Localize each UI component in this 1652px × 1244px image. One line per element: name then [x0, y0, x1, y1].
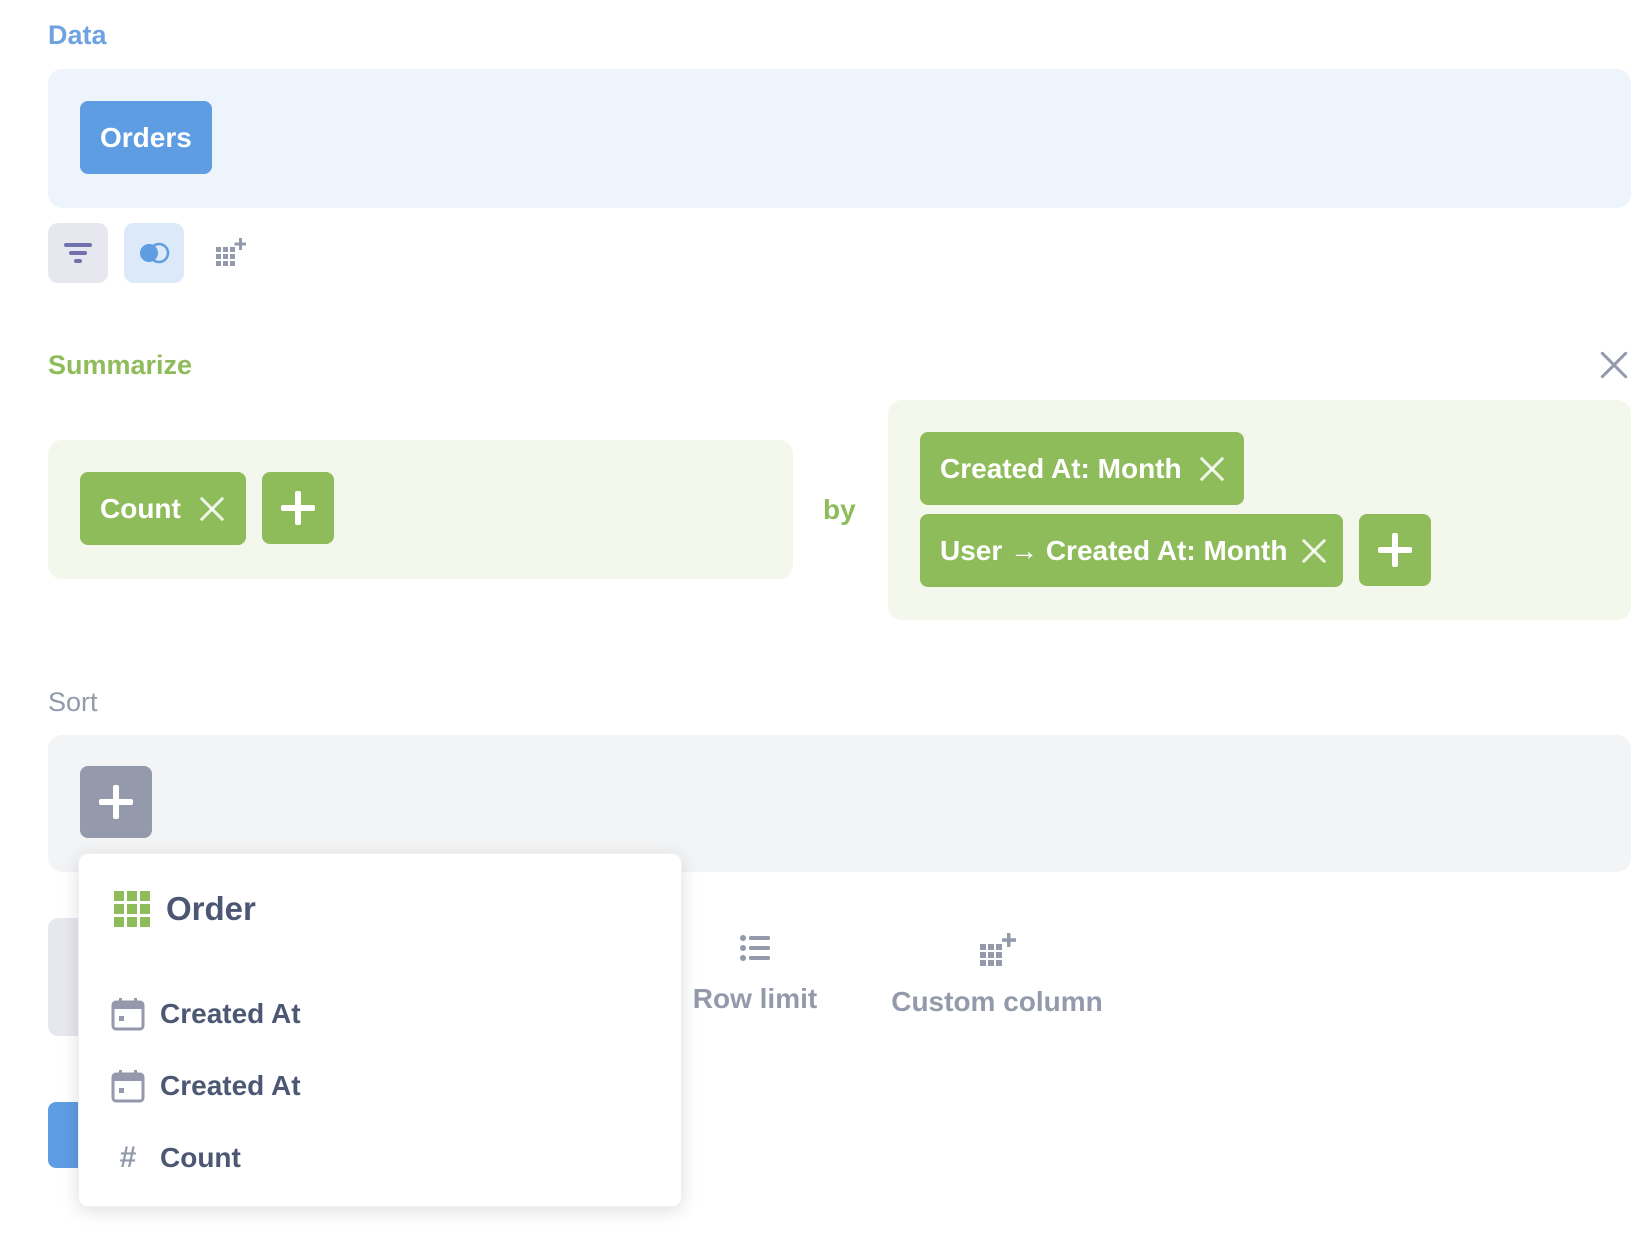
sort-option-count[interactable]: # Count	[111, 1130, 651, 1186]
grouping-label: Created At: Month	[940, 452, 1182, 484]
custom-column-icon	[216, 238, 246, 266]
add-metric-button[interactable]	[262, 472, 334, 544]
data-step-panel	[48, 69, 1631, 208]
sort-option-label: Created At	[160, 1070, 301, 1101]
remove-grouping-close-icon[interactable]	[1305, 537, 1323, 565]
add-sort-button[interactable]	[80, 766, 152, 838]
metric-label: Count	[100, 492, 181, 524]
calendar-icon	[111, 998, 145, 1031]
sort-option-user-created-at[interactable]: Created At	[111, 1058, 651, 1114]
sort-column-popover: Order Created At Created At # Count	[78, 853, 682, 1207]
data-section-label: Data	[48, 20, 107, 50]
remove-grouping-close-icon[interactable]	[1200, 455, 1224, 483]
join-icon	[140, 242, 170, 264]
data-source-label: Orders	[100, 121, 192, 153]
table-icon	[114, 891, 150, 927]
grouping-pill-created-at[interactable]: Created At: Month	[920, 432, 1244, 505]
sort-section-label: Sort	[48, 687, 98, 717]
sort-panel	[48, 735, 1631, 872]
list-icon	[740, 935, 770, 961]
filter-button[interactable]	[48, 223, 108, 283]
join-button[interactable]	[124, 223, 184, 283]
custom-column-label: Custom column	[891, 986, 1103, 1017]
row-limit-label: Row limit	[692, 983, 818, 1014]
metric-pill-count[interactable]: Count	[80, 472, 246, 545]
sort-option-created-at[interactable]: Created At	[111, 986, 651, 1042]
sort-option-label: Created At	[160, 998, 301, 1029]
grouping-label: User → Created At: Month	[940, 534, 1288, 566]
add-grouping-button[interactable]	[1359, 514, 1431, 586]
calendar-icon	[111, 1070, 145, 1103]
custom-column-button[interactable]	[200, 223, 260, 283]
custom-column-action-button[interactable]: Custom column	[890, 932, 1104, 1045]
data-source-pill[interactable]: Orders	[80, 101, 212, 174]
summarize-section-label: Summarize	[48, 350, 193, 380]
row-limit-button[interactable]: Row limit	[688, 935, 822, 1045]
hash-icon: #	[119, 1141, 137, 1174]
custom-column-icon	[980, 933, 1016, 966]
filter-icon	[64, 243, 92, 263]
popover-table-title: Order	[166, 890, 256, 927]
grouping-pill-user-created-at[interactable]: User → Created At: Month	[920, 514, 1343, 587]
remove-metric-close-icon[interactable]	[199, 495, 226, 523]
by-label: by	[823, 494, 856, 525]
remove-summarize-close-icon[interactable]	[1597, 348, 1631, 382]
sort-option-label: Count	[160, 1142, 241, 1173]
popover-header: Order	[114, 890, 256, 928]
